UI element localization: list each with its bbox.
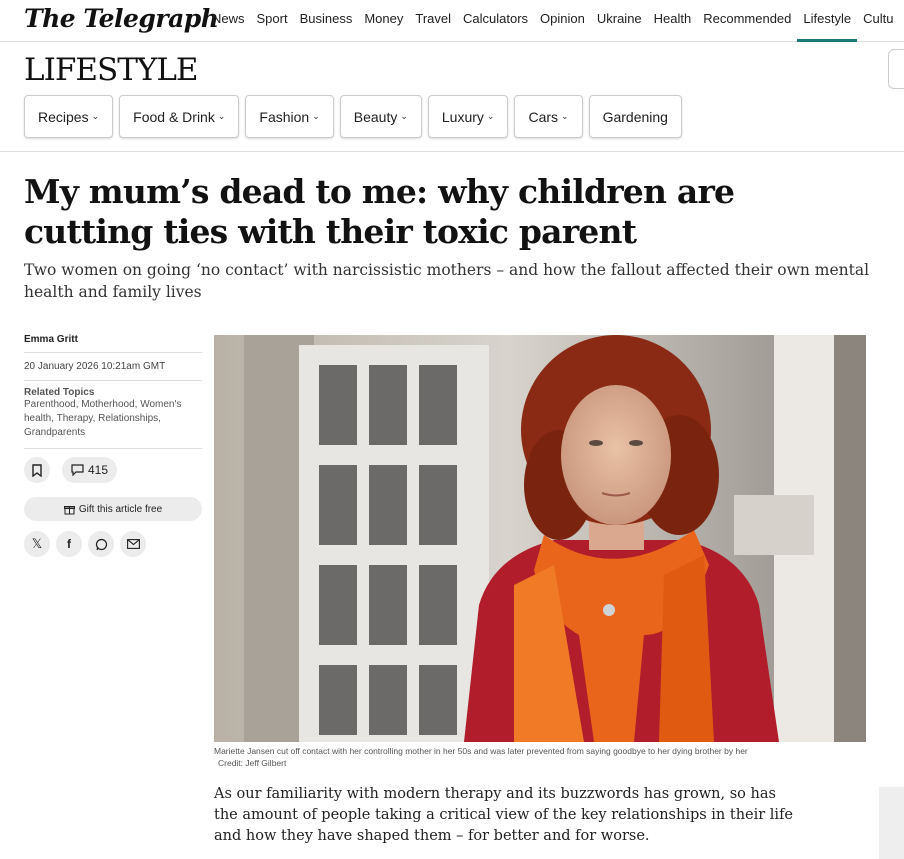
gift-article-button[interactable]: Gift this article free — [24, 497, 202, 521]
nav-item-health[interactable]: Health — [648, 0, 698, 42]
related-topics-list[interactable]: Parenthood, Motherhood, Women's health, … — [24, 398, 202, 449]
portrait-photo — [214, 335, 866, 742]
x-icon: 𝕏 — [31, 536, 43, 551]
share-buttons: 𝕏 f — [24, 531, 202, 557]
subnav-label: Luxury — [441, 108, 484, 125]
subnav-label: Beauty — [353, 108, 398, 125]
share-whatsapp-button[interactable] — [88, 531, 114, 557]
gift-icon — [63, 505, 75, 514]
main-nav: News Sport Business Money Travel Calcula… — [206, 0, 899, 42]
subnav-luxury[interactable]: Luxury ⌄ — [427, 95, 509, 138]
whatsapp-icon — [95, 538, 107, 550]
nav-item-money[interactable]: Money — [358, 0, 409, 42]
nav-item-culture[interactable]: Cultu — [857, 0, 899, 42]
article-standfirst: Two women on going ‘no contact’ with nar… — [24, 261, 870, 301]
nav-item-recommended[interactable]: Recommended — [697, 0, 797, 42]
gift-label: Gift this article free — [78, 503, 163, 515]
caption-text: Mariette Jansen cut off contact with her… — [214, 746, 748, 756]
subnav-label: Gardening — [602, 108, 668, 125]
email-icon — [126, 539, 140, 549]
chevron-down-icon: ⌄ — [91, 111, 100, 121]
lead-image[interactable] — [214, 335, 866, 742]
section-divider — [0, 151, 904, 152]
section-title[interactable]: LIFESTYLE — [24, 52, 199, 88]
subnav-label: Cars — [528, 108, 559, 125]
facebook-icon: f — [67, 537, 71, 551]
nav-item-ukraine[interactable]: Ukraine — [591, 0, 648, 42]
publish-date: 20 January 2026 10:21am GMT — [24, 353, 202, 381]
article-body-paragraph: As our familiarity with modern therapy a… — [214, 786, 794, 844]
subnav-food-drink[interactable]: Food & Drink ⌄ — [119, 95, 240, 138]
article-headline: My mum’s dead to me: why children are cu… — [24, 172, 735, 251]
share-facebook-button[interactable]: f — [56, 531, 82, 557]
top-navigation: The Telegraph News Sport Business Money … — [0, 0, 904, 42]
chevron-down-icon: ⌄ — [561, 111, 569, 121]
share-x-button[interactable]: 𝕏 — [24, 531, 50, 557]
article-meta: Emma Gritt 20 January 2026 10:21am GMT R… — [24, 334, 202, 557]
subnav-gardening[interactable]: Gardening — [588, 95, 682, 138]
comment-icon — [71, 464, 84, 476]
section-menu-button[interactable] — [888, 49, 904, 89]
nav-item-sport[interactable]: Sport — [251, 0, 294, 42]
subnav-label: Recipes — [38, 108, 89, 125]
share-email-button[interactable] — [120, 531, 146, 557]
chevron-down-icon: ⌄ — [217, 111, 226, 121]
photo-credit: Credit: Jeff Gilbert — [218, 758, 287, 768]
nav-item-lifestyle[interactable]: Lifestyle — [797, 0, 858, 42]
subnav-label: Fashion — [259, 108, 310, 125]
side-panel-edge — [879, 787, 904, 859]
subnav-fashion[interactable]: Fashion ⌄ — [245, 95, 334, 138]
subnav-label: Food & Drink — [133, 108, 215, 125]
subnav-recipes[interactable]: Recipes ⌄ — [24, 95, 114, 138]
nav-item-calculators[interactable]: Calculators — [457, 0, 534, 42]
author-name[interactable]: Emma Gritt — [24, 334, 202, 353]
image-caption: Mariette Jansen cut off contact with her… — [214, 745, 894, 769]
chevron-down-icon: ⌄ — [312, 111, 320, 121]
article-actions: 415 — [24, 457, 202, 483]
chevron-down-icon: ⌄ — [400, 111, 408, 121]
telegraph-logo[interactable]: The Telegraph — [24, 4, 219, 33]
subnav-cars[interactable]: Cars ⌄ — [514, 95, 583, 138]
comment-count: 415 — [88, 463, 109, 477]
comments-button[interactable]: 415 — [62, 457, 118, 483]
subnav-beauty[interactable]: Beauty ⌄ — [339, 95, 422, 138]
related-topics-label: Related Topics — [24, 387, 95, 398]
nav-item-business[interactable]: Business — [294, 0, 359, 42]
section-subnav: Recipes ⌄ Food & Drink ⌄ Fashion ⌄ Beauty ⌄ … — [24, 95, 682, 138]
nav-item-travel[interactable]: Travel — [409, 0, 457, 42]
chevron-down-icon: ⌄ — [486, 111, 495, 121]
bookmark-icon — [32, 463, 42, 477]
nav-item-news[interactable]: News — [206, 0, 251, 42]
bookmark-button[interactable] — [24, 457, 50, 483]
nav-item-opinion[interactable]: Opinion — [534, 0, 591, 42]
